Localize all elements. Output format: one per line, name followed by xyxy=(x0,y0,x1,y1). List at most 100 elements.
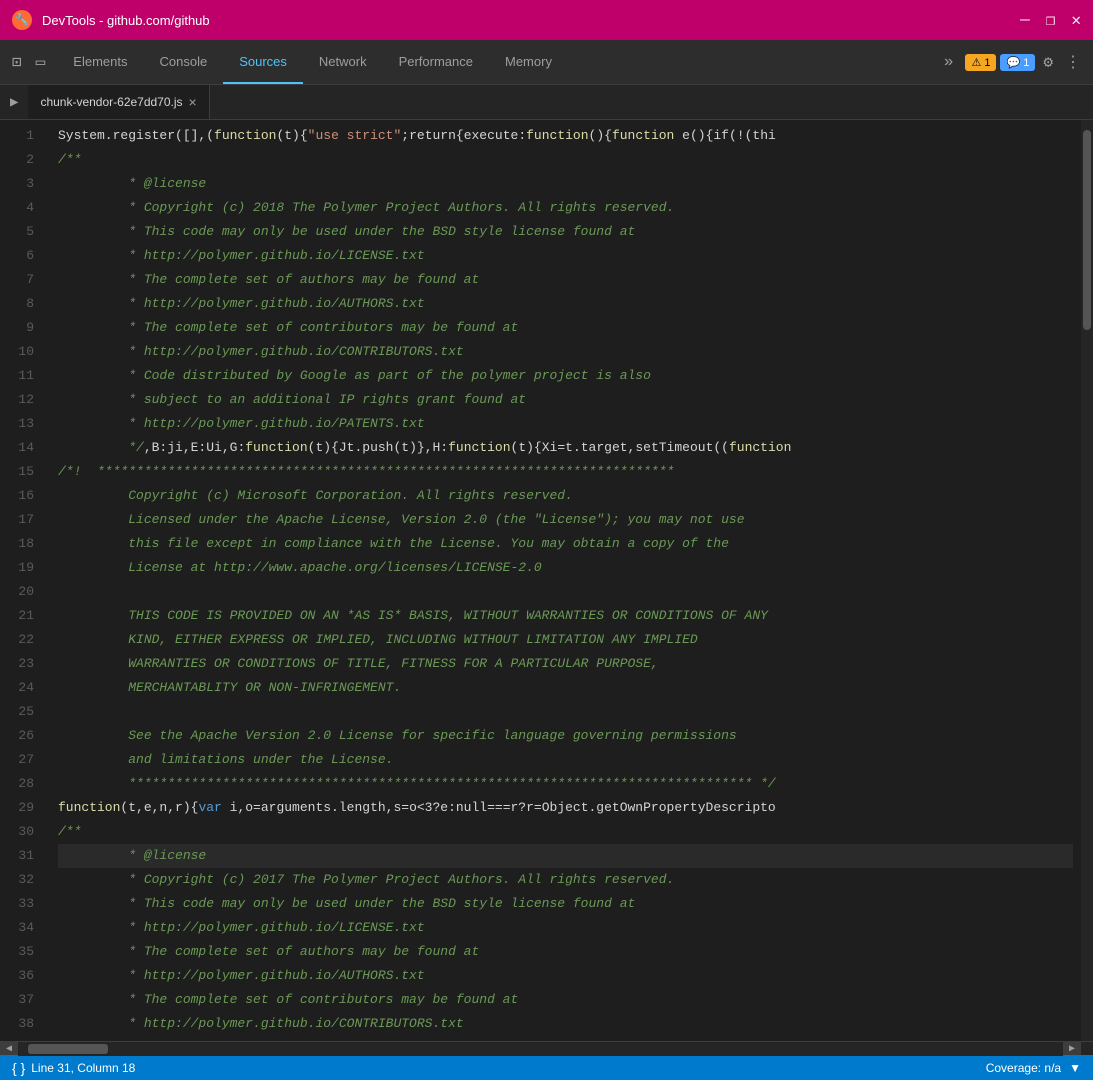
code-line[interactable]: Copyright (c) Microsoft Corporation. All… xyxy=(58,484,1073,508)
scroll-down-icon[interactable]: ▼ xyxy=(1069,1061,1081,1075)
title-bar: 🔧 DevTools - github.com/github — ❐ ✕ xyxy=(0,0,1093,40)
maximize-button[interactable]: ❐ xyxy=(1046,10,1056,30)
line-number: 30 xyxy=(0,820,42,844)
inspect-icon[interactable]: ⊡ xyxy=(8,48,26,76)
status-bar: { } Line 31, Column 18 Coverage: n/a ▼ xyxy=(0,1055,1093,1080)
line-number: 29 xyxy=(0,796,42,820)
editor-wrapper: 1234567891011121314151617181920212223242… xyxy=(0,120,1093,1041)
more-options-icon[interactable]: ⋮ xyxy=(1061,48,1085,76)
device-icon[interactable]: ▭ xyxy=(32,48,50,76)
scrollbar-thumb[interactable] xyxy=(1083,130,1091,330)
code-line[interactable]: KIND, EITHER EXPRESS OR IMPLIED, INCLUDI… xyxy=(58,628,1073,652)
code-line[interactable]: * The complete set of authors may be fou… xyxy=(58,940,1073,964)
info-badge[interactable]: 💬 1 xyxy=(1000,54,1035,71)
code-line[interactable]: * The complete set of contributors may b… xyxy=(58,988,1073,1012)
line-number: 28 xyxy=(0,772,42,796)
code-line[interactable]: MERCHANTABLITY OR NON-INFRINGEMENT. xyxy=(58,676,1073,700)
line-number: 21 xyxy=(0,604,42,628)
file-tab[interactable]: chunk-vendor-62e7dd70.js × xyxy=(28,85,209,119)
line-number: 35 xyxy=(0,940,42,964)
app-icon: 🔧 xyxy=(12,10,32,30)
code-line[interactable]: /** xyxy=(58,820,1073,844)
line-number: 25 xyxy=(0,700,42,724)
code-line[interactable]: /** xyxy=(58,148,1073,172)
settings-icon[interactable]: ⚙ xyxy=(1039,48,1057,76)
code-line[interactable]: * Code distributed by Google as part of … xyxy=(58,364,1073,388)
line-number: 37 xyxy=(0,988,42,1012)
line-number: 18 xyxy=(0,532,42,556)
more-tabs-button[interactable]: » xyxy=(936,49,962,75)
code-content[interactable]: System.register([],(function(t){"use str… xyxy=(50,120,1081,1041)
line-number: 31 xyxy=(0,844,42,868)
code-line[interactable]: * This code may only be used under the B… xyxy=(58,892,1073,916)
scroll-track[interactable] xyxy=(18,1042,1063,1056)
code-line[interactable]: * This code may only be used under the B… xyxy=(58,220,1073,244)
code-line[interactable]: * subject to an additional IP rights gra… xyxy=(58,388,1073,412)
tab-console[interactable]: Console xyxy=(143,40,223,84)
code-line[interactable]: * http://polymer.github.io/AUTHORS.txt xyxy=(58,292,1073,316)
code-line[interactable]: See the Apache Version 2.0 License for s… xyxy=(58,724,1073,748)
minimize-button[interactable]: — xyxy=(1020,11,1030,29)
code-line[interactable]: * @license xyxy=(58,844,1073,868)
vertical-scrollbar[interactable] xyxy=(1081,120,1093,1041)
tab-memory[interactable]: Memory xyxy=(489,40,568,84)
code-line[interactable]: */,B:ji,E:Ui,G:function(t){Jt.push(t)},H… xyxy=(58,436,1073,460)
scroll-left-button[interactable]: ◀ xyxy=(0,1042,18,1056)
code-line[interactable]: * Copyright (c) 2018 The Polymer Project… xyxy=(58,196,1073,220)
line-number: 24 xyxy=(0,676,42,700)
line-number: 20 xyxy=(0,580,42,604)
code-line[interactable]: /*! ************************************… xyxy=(58,460,1073,484)
scroll-h-thumb[interactable] xyxy=(28,1044,108,1054)
line-number: 19 xyxy=(0,556,42,580)
code-line[interactable] xyxy=(58,700,1073,724)
code-line[interactable]: function(t,e,n,r){var i,o=arguments.leng… xyxy=(58,796,1073,820)
code-line[interactable]: * http://polymer.github.io/CONTRIBUTORS.… xyxy=(58,340,1073,364)
code-line[interactable]: ****************************************… xyxy=(58,772,1073,796)
line-number: 15 xyxy=(0,460,42,484)
tab-elements[interactable]: Elements xyxy=(57,40,143,84)
code-line[interactable]: * http://polymer.github.io/PATENTS.txt xyxy=(58,412,1073,436)
line-number: 8 xyxy=(0,292,42,316)
code-line[interactable]: * The complete set of authors may be fou… xyxy=(58,268,1073,292)
code-line[interactable]: * http://polymer.github.io/CONTRIBUTORS.… xyxy=(58,1012,1073,1036)
scroll-right-button[interactable]: ▶ xyxy=(1063,1042,1081,1056)
line-number: 26 xyxy=(0,724,42,748)
code-line[interactable]: * http://polymer.github.io/LICENSE.txt xyxy=(58,916,1073,940)
line-number: 13 xyxy=(0,412,42,436)
line-number: 4 xyxy=(0,196,42,220)
tab-network[interactable]: Network xyxy=(303,40,383,84)
warning-badge[interactable]: ⚠ 1 xyxy=(965,54,996,71)
code-line[interactable]: WARRANTIES OR CONDITIONS OF TITLE, FITNE… xyxy=(58,652,1073,676)
code-line[interactable]: * The complete set of contributors may b… xyxy=(58,316,1073,340)
close-button[interactable]: ✕ xyxy=(1071,10,1081,30)
editor-container: 1234567891011121314151617181920212223242… xyxy=(0,120,1093,1041)
file-tab-close-button[interactable]: × xyxy=(189,94,197,110)
forward-icon[interactable]: ▶ xyxy=(0,88,28,117)
code-line[interactable]: * http://polymer.github.io/LICENSE.txt xyxy=(58,244,1073,268)
file-tab-bar: ▶ chunk-vendor-62e7dd70.js × xyxy=(0,85,1093,120)
file-tab-name: chunk-vendor-62e7dd70.js xyxy=(40,95,182,109)
line-number: 17 xyxy=(0,508,42,532)
code-line[interactable]: * http://polymer.github.io/AUTHORS.txt xyxy=(58,964,1073,988)
tab-sources[interactable]: Sources xyxy=(223,40,303,84)
code-line[interactable]: this file except in compliance with the … xyxy=(58,532,1073,556)
code-line[interactable]: THIS CODE IS PROVIDED ON AN *AS IS* BASI… xyxy=(58,604,1073,628)
window-controls: — ❐ ✕ xyxy=(1020,10,1081,30)
code-line[interactable]: Licensed under the Apache License, Versi… xyxy=(58,508,1073,532)
devtools-tabs-right: » ⚠ 1 💬 1 ⚙ ⋮ xyxy=(936,40,1093,84)
line-number: 36 xyxy=(0,964,42,988)
line-number: 11 xyxy=(0,364,42,388)
code-line[interactable]: System.register([],(function(t){"use str… xyxy=(58,124,1073,148)
coverage-label: Coverage: n/a xyxy=(986,1061,1061,1075)
scroll-corner xyxy=(1081,1042,1093,1056)
code-line[interactable]: and limitations under the License. xyxy=(58,748,1073,772)
code-line[interactable]: * Copyright (c) 2017 The Polymer Project… xyxy=(58,868,1073,892)
devtools-tabs: ⊡ ▭ Elements Console Sources Network Per… xyxy=(0,40,1093,85)
tab-performance[interactable]: Performance xyxy=(383,40,489,84)
line-number: 32 xyxy=(0,868,42,892)
code-line[interactable]: * @license xyxy=(58,172,1073,196)
code-line[interactable]: License at http://www.apache.org/license… xyxy=(58,556,1073,580)
line-number: 27 xyxy=(0,748,42,772)
line-number: 10 xyxy=(0,340,42,364)
code-line[interactable] xyxy=(58,580,1073,604)
